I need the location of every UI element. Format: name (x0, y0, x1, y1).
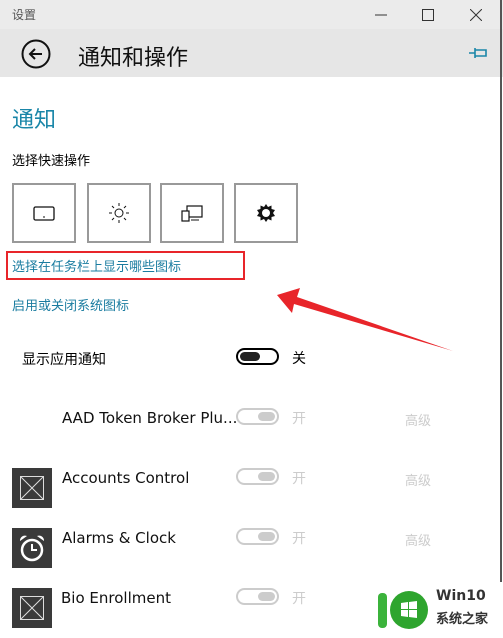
app-state: 开 (292, 411, 306, 427)
app-name: Alarms & Clock (62, 529, 176, 547)
toggle-knob (258, 472, 275, 481)
toggle-knob (258, 412, 275, 421)
toggle-knob (240, 352, 260, 361)
watermark-line1: Win10 (436, 588, 486, 604)
advanced-link[interactable]: 高级 (405, 530, 431, 549)
window-border (500, 0, 502, 638)
app-name: Bio Enrollment (61, 589, 171, 607)
app-toggle[interactable] (236, 408, 279, 425)
app-state: 开 (292, 531, 306, 547)
placeholder-icon (20, 596, 44, 620)
app-state: 开 (292, 591, 306, 607)
app-icon (12, 528, 52, 568)
app-toggle[interactable] (236, 468, 279, 485)
watermark: Win10 系统之家 (372, 582, 503, 638)
advanced-link[interactable]: 高级 (405, 470, 431, 489)
watermark-logo (378, 591, 428, 629)
alarm-clock-icon (19, 535, 45, 562)
app-icon (12, 468, 52, 508)
show-notifications-toggle[interactable] (236, 348, 279, 365)
app-toggle[interactable] (236, 588, 279, 605)
app-name: Accounts Control (62, 469, 190, 487)
watermark-line2: 系统之家 (436, 612, 489, 627)
advanced-link[interactable]: 高级 (405, 410, 431, 429)
app-state: 开 (292, 471, 306, 487)
app-toggle[interactable] (236, 528, 279, 545)
show-notifications-state: 关 (292, 351, 306, 367)
toggle-knob (258, 532, 275, 541)
placeholder-icon (20, 476, 44, 500)
app-name: AAD Token Broker Plu... (62, 409, 238, 427)
app-icon (12, 588, 52, 628)
toggle-knob (258, 592, 275, 601)
show-notifications-label: 显示应用通知 (22, 352, 106, 368)
